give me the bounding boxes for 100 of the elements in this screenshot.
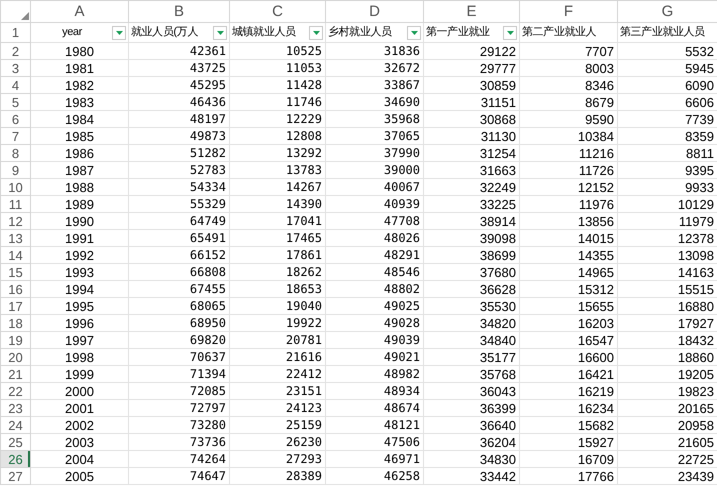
row-header[interactable]: 25 <box>0 434 30 450</box>
table-cell: 32672 <box>326 60 424 76</box>
filter-button[interactable] <box>112 26 126 40</box>
row-header[interactable]: 6 <box>0 110 30 128</box>
row-header[interactable]: 2 <box>0 42 30 60</box>
table-cell: 22412 <box>230 366 326 382</box>
row-header[interactable]: 19 <box>0 332 30 348</box>
table-cell: 52783 <box>128 162 230 178</box>
table-cell: 48197 <box>128 110 230 128</box>
row-header[interactable]: 18 <box>0 314 30 332</box>
row-header[interactable]: 9 <box>0 162 30 178</box>
column-header[interactable]: D <box>326 0 424 22</box>
table-cell: 17861 <box>230 246 326 264</box>
table-cell: 31130 <box>424 128 520 144</box>
table-cell: 12808 <box>230 128 326 144</box>
table-cell: 20781 <box>230 332 326 348</box>
table-cell: 7707 <box>520 42 618 60</box>
row-header[interactable]: 16 <box>0 280 30 298</box>
row-header[interactable]: 21 <box>0 366 30 382</box>
row-header[interactable]: 11 <box>0 196 30 212</box>
table-cell: 1992 <box>30 246 128 264</box>
table-cell: 46258 <box>326 468 424 484</box>
table-cell: 1996 <box>30 314 128 332</box>
table-cell: 37065 <box>326 128 424 144</box>
table-cell: 10384 <box>520 128 618 144</box>
table-cell: 16547 <box>520 332 618 348</box>
row-header[interactable]: 13 <box>0 230 30 246</box>
table-cell: 17465 <box>230 230 326 246</box>
caret-icon <box>216 30 224 34</box>
table-cell: 26230 <box>230 434 326 450</box>
row-header[interactable]: 15 <box>0 264 30 280</box>
table-cell: 13783 <box>230 162 326 178</box>
filter-button[interactable] <box>213 26 227 40</box>
row-header[interactable]: 22 <box>0 382 30 400</box>
row-header[interactable]: 1 <box>0 22 30 42</box>
table-cell: 49025 <box>326 298 424 314</box>
row-header[interactable]: 5 <box>0 94 30 110</box>
table-cell: 10525 <box>230 42 326 60</box>
table-cell: 35968 <box>326 110 424 128</box>
table-cell: 74647 <box>128 468 230 484</box>
table-cell: 48546 <box>326 264 424 280</box>
table-cell: 42361 <box>128 42 230 60</box>
table-cell: 31663 <box>424 162 520 178</box>
header-cell-text: 就业人员(万人 <box>131 25 198 40</box>
table-cell: 46436 <box>128 94 230 110</box>
table-cell: 51282 <box>128 144 230 162</box>
row-header[interactable]: 3 <box>0 60 30 76</box>
column-header[interactable]: C <box>230 0 326 22</box>
table-cell: 8679 <box>520 94 618 110</box>
table-cell: 16600 <box>520 348 618 366</box>
header-cell-text: 城镇就业人员 <box>232 25 296 40</box>
table-cell: 37680 <box>424 264 520 280</box>
table-cell: 1981 <box>30 60 128 76</box>
table-cell: 66152 <box>128 246 230 264</box>
row-header[interactable]: 27 <box>0 468 30 484</box>
table-cell: 65491 <box>128 230 230 246</box>
table-cell: 11216 <box>520 144 618 162</box>
table-cell: 68065 <box>128 298 230 314</box>
column-header[interactable]: G <box>618 0 717 22</box>
table-cell: 21616 <box>230 348 326 366</box>
table-cell: 31836 <box>326 42 424 60</box>
table-cell: 47708 <box>326 212 424 230</box>
table-cell: 33867 <box>326 76 424 94</box>
table-cell: 34820 <box>424 314 520 332</box>
row-header[interactable]: 14 <box>0 246 30 264</box>
table-cell: 45295 <box>128 76 230 94</box>
row-header[interactable]: 17 <box>0 298 30 314</box>
table-cell: 1989 <box>30 196 128 212</box>
table-cell: 48291 <box>326 246 424 264</box>
table-cell: 36640 <box>424 416 520 434</box>
row-header[interactable]: 10 <box>0 178 30 196</box>
table-cell: 33225 <box>424 196 520 212</box>
table-cell: 15655 <box>520 298 618 314</box>
row-header[interactable]: 4 <box>0 76 30 94</box>
table-cell: 15927 <box>520 434 618 450</box>
row-header[interactable]: 26 <box>0 450 30 468</box>
row-header[interactable]: 24 <box>0 416 30 434</box>
table-cell: 47506 <box>326 434 424 450</box>
table-cell: 14267 <box>230 178 326 196</box>
filter-button[interactable] <box>309 26 323 40</box>
column-header[interactable]: E <box>424 0 520 22</box>
row-header[interactable]: 20 <box>0 348 30 366</box>
row-header[interactable]: 12 <box>0 212 30 230</box>
column-header[interactable]: F <box>520 0 618 22</box>
row-header[interactable]: 8 <box>0 144 30 162</box>
table-cell: 1980 <box>30 42 128 60</box>
table-cell: 28389 <box>230 468 326 484</box>
filter-button[interactable] <box>503 26 517 40</box>
select-all-icon[interactable] <box>21 12 29 20</box>
row-header[interactable]: 23 <box>0 400 30 416</box>
column-header[interactable]: B <box>128 0 230 22</box>
table-cell: 46971 <box>326 450 424 468</box>
caret-icon <box>312 30 320 34</box>
filter-button[interactable] <box>407 26 421 40</box>
table-cell: 48674 <box>326 400 424 416</box>
table-cell: 34830 <box>424 450 520 468</box>
column-header[interactable]: A <box>30 0 128 22</box>
table-cell: 2000 <box>30 382 128 400</box>
table-cell: 48934 <box>326 382 424 400</box>
row-header[interactable]: 7 <box>0 128 30 144</box>
